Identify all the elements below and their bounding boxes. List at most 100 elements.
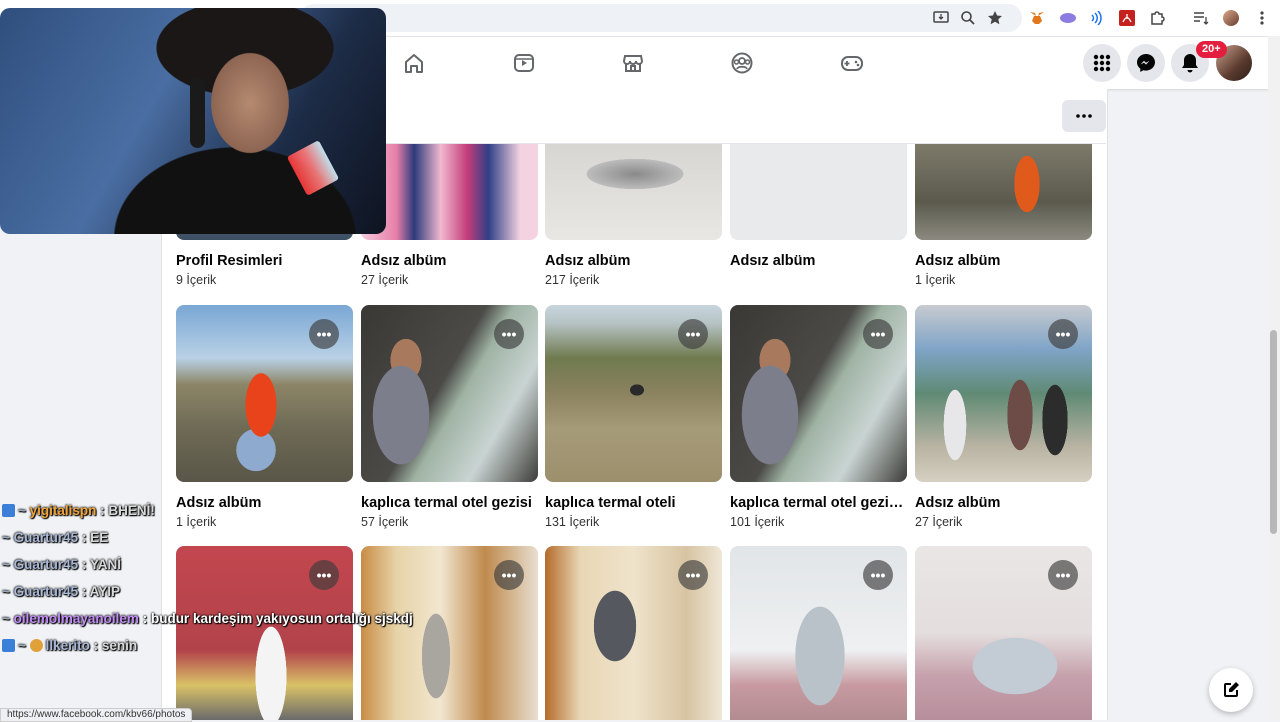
chat-message: ~ Guartur45 : YANİ bbox=[2, 551, 413, 578]
album-card[interactable]: ••• kaplıca termal oteli 131 İçerik bbox=[545, 305, 722, 529]
groups-icon[interactable] bbox=[722, 49, 762, 77]
pdf-icon[interactable] bbox=[1117, 8, 1137, 28]
album-thumbnail[interactable]: ••• bbox=[176, 305, 353, 482]
chat-username: yigitalispn bbox=[29, 502, 97, 518]
album-name[interactable]: Profil Resimleri bbox=[176, 253, 353, 269]
album-options-button[interactable]: ••• bbox=[863, 560, 893, 590]
tab-search-icon[interactable] bbox=[1191, 8, 1211, 28]
metamask-icon[interactable] bbox=[1027, 8, 1047, 28]
webcam-overlay bbox=[0, 8, 386, 234]
album-options-button[interactable]: ••• bbox=[863, 319, 893, 349]
compose-icon bbox=[1224, 682, 1239, 697]
page-scrollbar-thumb[interactable] bbox=[1270, 330, 1277, 534]
album-card[interactable]: ••• Adsız albüm 1 İçerik bbox=[176, 305, 353, 529]
album-count: 27 İçerik bbox=[361, 273, 409, 287]
chat-badge-icon bbox=[2, 504, 15, 517]
album-thumbnail[interactable] bbox=[361, 144, 538, 240]
album-thumbnail[interactable] bbox=[730, 144, 907, 240]
coin-badge-icon bbox=[29, 639, 43, 652]
messenger-button[interactable] bbox=[1127, 44, 1165, 82]
album-thumbnail[interactable]: ••• bbox=[361, 305, 538, 482]
album-card[interactable]: Adsız albüm 217 İçerik bbox=[545, 144, 722, 287]
album-card[interactable]: ••• bbox=[915, 546, 1092, 720]
chat-username: llkerito bbox=[45, 637, 90, 653]
album-thumbnail[interactable] bbox=[545, 144, 722, 240]
album-name[interactable]: Adsız albüm bbox=[915, 495, 1092, 511]
zoom-icon[interactable] bbox=[958, 8, 978, 28]
album-name[interactable]: Adsız albüm bbox=[730, 253, 907, 269]
album-options-button[interactable]: ••• bbox=[1048, 319, 1078, 349]
notification-badge: 20+ bbox=[1196, 41, 1227, 58]
album-card[interactable]: ••• bbox=[730, 546, 907, 720]
chat-text: : senin bbox=[93, 637, 138, 653]
album-thumbnail[interactable]: ••• bbox=[915, 546, 1092, 720]
profile-icon[interactable] bbox=[1221, 8, 1241, 28]
messenger-icon bbox=[1137, 54, 1155, 72]
album-options-button[interactable]: ••• bbox=[678, 319, 708, 349]
menu-icon[interactable] bbox=[1252, 8, 1272, 28]
album-thumbnail[interactable]: ••• bbox=[545, 305, 722, 482]
led-light-shape bbox=[286, 140, 340, 196]
bell-icon bbox=[1182, 54, 1198, 73]
album-thumbnail[interactable]: ••• bbox=[545, 546, 722, 720]
album-count: 1 İçerik bbox=[915, 273, 956, 287]
album-card[interactable]: Adsız albüm bbox=[730, 144, 907, 273]
chat-text: : budur kardeşim yakıyosun ortalığı sjsk… bbox=[142, 610, 413, 626]
bookmark-star-icon[interactable] bbox=[985, 8, 1005, 28]
album-name[interactable]: kaplıca termal oteli bbox=[545, 495, 722, 511]
album-count: 9 İçerik bbox=[176, 273, 217, 287]
chat-text: : BHENİ! bbox=[100, 502, 155, 518]
chat-message: ~ oilemolmayanoilem : budur kardeşim yak… bbox=[2, 605, 413, 632]
chat-username: Guartur45 bbox=[13, 529, 79, 545]
address-bar[interactable] bbox=[300, 4, 1022, 32]
chat-message: ~ llkerito : senin bbox=[2, 632, 413, 659]
chat-text: : AYIP bbox=[81, 583, 120, 599]
album-count: 101 İçerik bbox=[730, 515, 785, 529]
album-count: 217 İçerik bbox=[545, 273, 600, 287]
home-icon[interactable] bbox=[394, 49, 434, 77]
chat-username: Guartur45 bbox=[13, 556, 79, 572]
album-options-button[interactable]: ••• bbox=[309, 319, 339, 349]
album-card[interactable]: Adsız albüm 1 İçerik bbox=[915, 144, 1092, 287]
menu-grid-button[interactable] bbox=[1083, 44, 1121, 82]
more-options-button[interactable] bbox=[1062, 100, 1106, 132]
album-thumbnail[interactable] bbox=[915, 144, 1092, 240]
album-options-button[interactable]: ••• bbox=[494, 560, 524, 590]
chat-username: Guartur45 bbox=[13, 583, 79, 599]
nfc-icon[interactable] bbox=[1086, 8, 1106, 28]
album-thumbnail[interactable]: ••• bbox=[730, 546, 907, 720]
album-card[interactable]: ••• Adsız albüm 27 İçerik bbox=[915, 305, 1092, 529]
gaming-icon[interactable] bbox=[832, 49, 872, 77]
chat-badge-icon bbox=[2, 639, 15, 652]
album-name[interactable]: Adsız albüm bbox=[361, 253, 538, 269]
album-card[interactable]: ••• kaplıca termal otel gezisi 57 İçerik bbox=[361, 305, 538, 529]
new-message-button[interactable] bbox=[1209, 668, 1253, 712]
install-icon[interactable] bbox=[931, 8, 951, 28]
extension-purple-icon[interactable] bbox=[1058, 8, 1078, 28]
album-options-button[interactable]: ••• bbox=[678, 560, 708, 590]
chat-message: ~ Guartur45 : AYIP bbox=[2, 578, 413, 605]
album-count: 27 İçerik bbox=[915, 515, 963, 529]
chat-message: ~ Guartur45 : EE bbox=[2, 524, 413, 551]
stream-chat-overlay: ~ yigitalispn : BHENİ! ~ Guartur45 : EE … bbox=[2, 497, 413, 659]
album-options-button[interactable]: ••• bbox=[494, 319, 524, 349]
album-name[interactable]: Adsız albüm bbox=[545, 253, 722, 269]
album-count: 131 İçerik bbox=[545, 515, 600, 529]
album-card[interactable]: ••• bbox=[545, 546, 722, 720]
headphones-shape bbox=[190, 78, 205, 148]
grid-icon bbox=[1093, 54, 1111, 72]
chat-message: ~ yigitalispn : BHENİ! bbox=[2, 497, 413, 524]
more-dots-icon bbox=[1076, 114, 1092, 118]
marketplace-icon[interactable] bbox=[613, 49, 653, 77]
album-thumbnail[interactable]: ••• bbox=[915, 305, 1092, 482]
album-thumbnail[interactable]: ••• bbox=[730, 305, 907, 482]
album-options-button[interactable]: ••• bbox=[1048, 560, 1078, 590]
album-card[interactable]: ••• kaplıca termal otel gezisi... 101 İç… bbox=[730, 305, 907, 529]
album-name[interactable]: kaplıca termal otel gezisi... bbox=[730, 495, 907, 511]
puzzle-icon[interactable] bbox=[1147, 8, 1167, 28]
chat-text: : YANİ bbox=[81, 556, 121, 572]
chat-username: oilemolmayanoilem bbox=[13, 610, 139, 626]
album-card[interactable]: Adsız albüm 27 İçerik bbox=[361, 144, 538, 287]
album-name[interactable]: Adsız albüm bbox=[915, 253, 1092, 269]
video-icon[interactable] bbox=[504, 49, 544, 77]
